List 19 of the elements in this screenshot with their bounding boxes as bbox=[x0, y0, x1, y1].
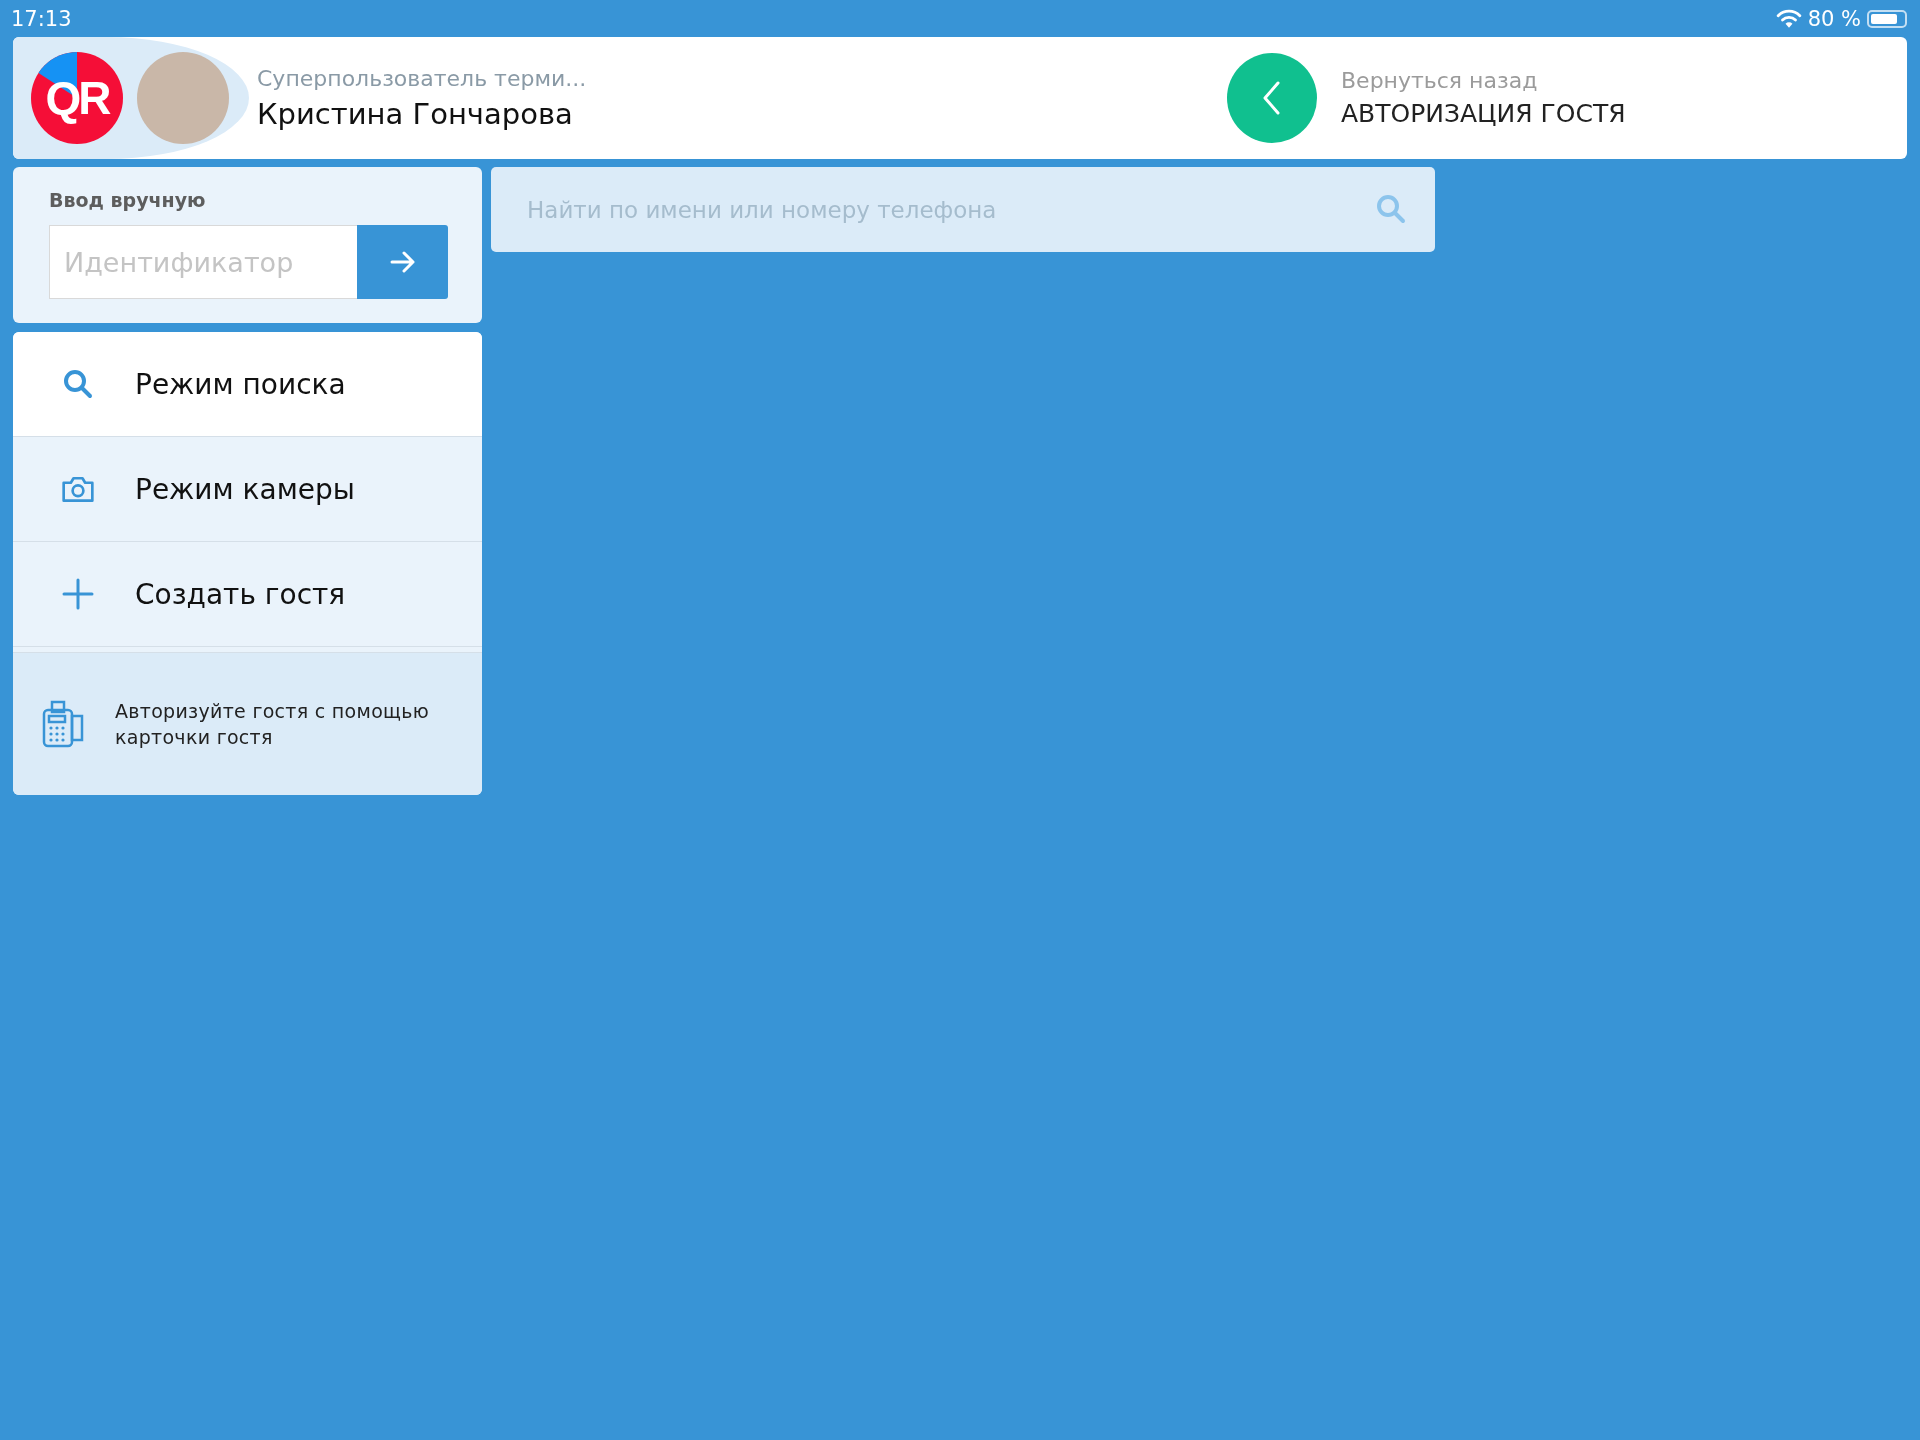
logo: QR bbox=[31, 52, 123, 144]
plus-icon bbox=[61, 578, 95, 610]
chevron-left-icon bbox=[1262, 80, 1282, 116]
mode-menu-item[interactable]: Режим поиска bbox=[13, 332, 482, 437]
user-role: Суперпользователь терми... bbox=[257, 65, 588, 91]
wifi-icon bbox=[1775, 8, 1802, 29]
user-name: Кристина Гончарова bbox=[257, 96, 574, 131]
manual-entry-title: Ввод вручную bbox=[49, 189, 207, 211]
identifier-field[interactable]: Идентификатор bbox=[49, 225, 357, 299]
battery-percent: 80 % bbox=[1807, 6, 1861, 31]
search-icon bbox=[61, 368, 95, 400]
card-terminal-icon bbox=[41, 700, 85, 748]
hint-text: Авторизуйте гостя с помощью карточки гостя bbox=[115, 699, 431, 750]
search-icon bbox=[1375, 193, 1407, 225]
submit-button[interactable] bbox=[357, 225, 448, 299]
battery-icon bbox=[1867, 9, 1907, 28]
status-time: 17:13 bbox=[11, 6, 72, 31]
screen-title: АВТОРИЗАЦИЯ ГОСТЯ bbox=[1341, 99, 1626, 128]
arrow-right-icon bbox=[389, 251, 416, 273]
